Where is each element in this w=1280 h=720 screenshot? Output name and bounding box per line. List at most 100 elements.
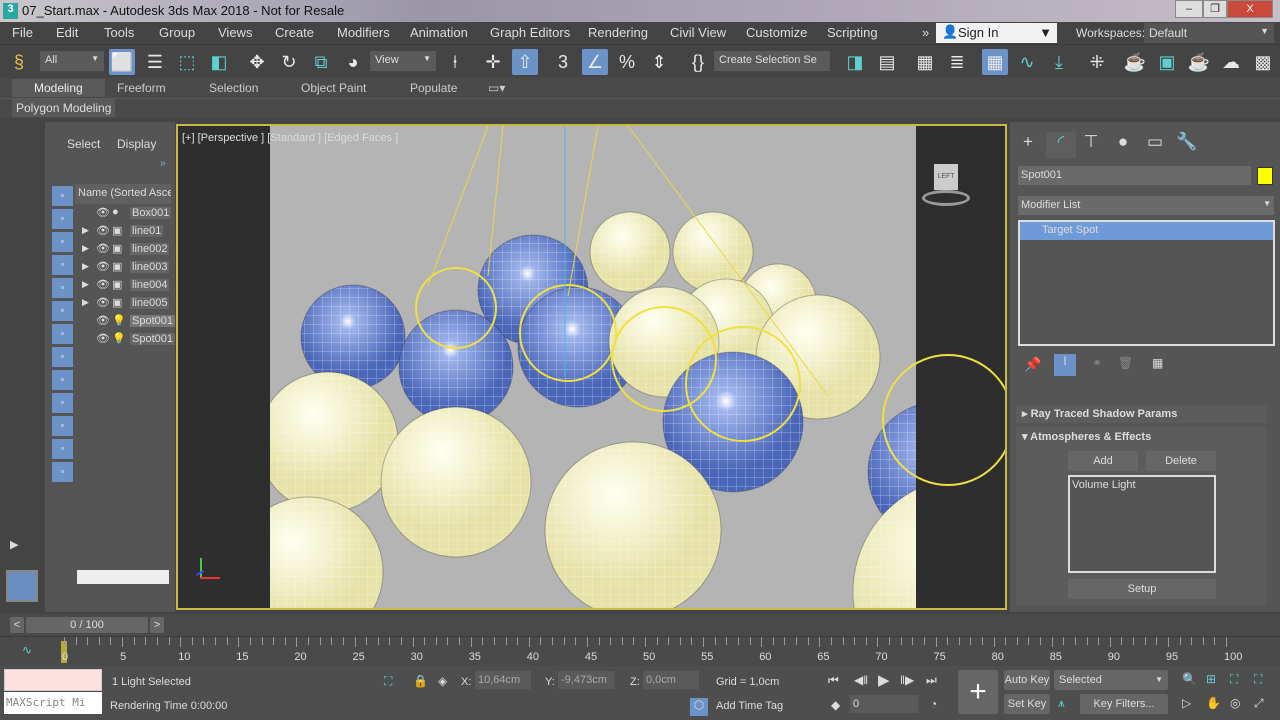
ribbon-options-icon[interactable]: ▭▾ — [488, 81, 505, 95]
window-crossing-icon[interactable]: ◧ — [206, 49, 232, 75]
explorer-tab-select[interactable]: Select — [67, 137, 100, 151]
modifier-list-dropdown[interactable]: Modifier List ▼ — [1018, 196, 1274, 215]
timeline-track[interactable]: ∿ 0 5 10 15 20 25 30 35 40 45 50 55 60 65 70 75 80 85 90 95… — [0, 636, 1280, 666]
expand-arrow-icon[interactable]: ▶ — [82, 279, 89, 290]
visibility-eye-icon[interactable]: 👁 — [96, 314, 110, 327]
move-icon[interactable]: ✥ — [244, 49, 270, 75]
viewport-perspective[interactable]: [+] [Perspective ] [Standard ] [Edged Fa… — [176, 124, 1007, 610]
rollout-header[interactable]: ▾ Atmospheres & Effects — [1016, 427, 1267, 446]
sign-in-dropdown[interactable]: 👤 Sign In ▼ — [936, 23, 1057, 43]
filter-sphere-icon[interactable]: ◦ — [52, 186, 73, 206]
isolate-selection-icon[interactable]: ⛶ — [384, 674, 392, 689]
zoom-icon[interactable]: 🔍 — [1182, 672, 1197, 686]
list-item[interactable]: ▶ 👁 ▣ line002 — [78, 241, 170, 259]
time-configuration-icon[interactable]: ◔ — [930, 697, 937, 711]
previous-key-icon[interactable]: ◀‖ — [854, 673, 868, 687]
show-end-result-icon[interactable]: I — [1054, 354, 1076, 376]
selection-filter-dropdown[interactable]: All ▼ — [40, 51, 104, 71]
time-slider[interactable]: < 0 / 100 > — [0, 614, 1280, 636]
list-item[interactable]: ▶ 👁 ▣ line004 — [78, 277, 170, 295]
menu-edit[interactable]: Edit — [56, 25, 78, 40]
align-icon[interactable]: ▤ — [874, 49, 900, 75]
expand-arrow-icon[interactable]: ▶ — [82, 297, 89, 308]
percent-snap-icon[interactable]: % — [614, 49, 640, 75]
filter-bone-icon[interactable]: ◦ — [52, 370, 73, 390]
placement-icon[interactable]: ◕ — [340, 49, 366, 75]
list-item[interactable]: ▶ 👁 ▣ line005 — [78, 295, 170, 313]
link-icon[interactable]: § — [6, 49, 32, 75]
explorer-scrollbar[interactable] — [77, 570, 169, 584]
zoom-extents-icon[interactable]: ⛶ — [1230, 672, 1238, 687]
stack-item-target-spot[interactable]: Target Spot — [1020, 222, 1273, 240]
pin-stack-icon[interactable]: 📌 — [1024, 356, 1041, 373]
auto-key-button[interactable]: Auto Key — [1004, 670, 1050, 690]
scene-explorer-icon[interactable]: ▦ — [912, 49, 938, 75]
key-filters-button[interactable]: Key Filters... — [1080, 694, 1168, 714]
delete-effect-button[interactable]: Delete — [1146, 451, 1216, 471]
mirror-icon[interactable]: ◨ — [842, 49, 868, 75]
menu-create[interactable]: Create — [275, 25, 314, 40]
snaps-toggle-icon[interactable]: 3 — [550, 49, 576, 75]
polygon-modeling-panel[interactable]: Polygon Modeling — [12, 99, 116, 117]
modify-tab-icon[interactable]: ◜ — [1046, 132, 1076, 158]
absolute-mode-icon[interactable]: ◈ — [438, 674, 447, 688]
filter-hidden-icon[interactable]: ◦ — [52, 462, 73, 482]
select-object-icon[interactable]: ⬜ — [109, 49, 135, 75]
menu-graph-editors[interactable]: Graph Editors — [490, 25, 570, 40]
zoom-extents-all-icon[interactable]: ⛶ — [1254, 672, 1262, 687]
render-icon[interactable]: ☁ — [1218, 49, 1244, 75]
visibility-eye-icon[interactable]: 👁 — [96, 296, 110, 309]
add-time-tag[interactable]: Add Time Tag — [716, 700, 783, 712]
create-tab-icon[interactable]: + — [1013, 132, 1043, 158]
viewcube-face[interactable]: LEFT — [934, 164, 958, 190]
edit-named-selection-icon[interactable]: {} — [685, 49, 711, 75]
layer-explorer-icon[interactable]: ≣ — [944, 49, 970, 75]
effect-item[interactable]: Volume Light — [1072, 479, 1212, 491]
render-setup-icon[interactable]: ▣ — [1154, 49, 1180, 75]
menu-file[interactable]: File — [12, 25, 33, 40]
list-item[interactable]: ▶ 👁 ▣ line003 — [78, 259, 170, 277]
key-mode-dropdown[interactable]: Selected ▼ — [1054, 670, 1168, 690]
visibility-eye-icon[interactable]: 👁 — [96, 242, 110, 255]
menu-customize[interactable]: Customize — [746, 25, 807, 40]
list-item[interactable]: ▶ 👁 ▣ line01 — [78, 223, 170, 241]
default-in-out-tangent-icon[interactable]: ⩚ — [1058, 696, 1065, 711]
menu-overflow[interactable]: » — [922, 25, 929, 40]
curve-editor-mini-icon[interactable]: ∿ — [22, 643, 32, 657]
menu-scripting[interactable]: Scripting — [827, 25, 878, 40]
rotate-icon[interactable]: ↻ — [276, 49, 302, 75]
remove-modifier-icon[interactable]: 🗑 — [1118, 356, 1133, 370]
go-to-end-icon[interactable]: ⏭ — [926, 673, 937, 688]
menu-rendering[interactable]: Rendering — [588, 25, 648, 40]
y-coordinate-field[interactable]: -9,473cm — [558, 671, 614, 689]
menu-group[interactable]: Group — [159, 25, 195, 40]
object-name-field[interactable]: Spot001 — [1018, 166, 1251, 185]
z-coordinate-field[interactable]: 0,0cm — [643, 671, 699, 689]
filter-container-icon[interactable]: ◦ — [52, 393, 73, 413]
menu-civil-view[interactable]: Civil View — [670, 25, 726, 40]
curve-editor-icon[interactable]: ∿ — [1014, 49, 1040, 75]
visibility-eye-icon[interactable]: 👁 — [96, 206, 110, 219]
menu-animation[interactable]: Animation — [410, 25, 468, 40]
key-mode-icon[interactable]: ◆ — [831, 698, 840, 712]
time-tag-icon[interactable]: ⬡ — [690, 698, 708, 716]
scale-icon[interactable]: ⧉ — [308, 49, 334, 75]
field-of-view-icon[interactable]: ▷ — [1182, 696, 1191, 710]
rectangular-selection-icon[interactable]: ⬚ — [174, 49, 200, 75]
restore-button[interactable]: ❐ — [1203, 0, 1227, 18]
render-cloud-icon[interactable]: ▩ — [1250, 49, 1276, 75]
explorer-tab-display[interactable]: Display — [117, 137, 156, 151]
viewcube[interactable]: LEFT — [920, 164, 972, 210]
configure-modifier-sets-icon[interactable]: ▦ — [1152, 356, 1163, 370]
visibility-eye-icon[interactable]: 👁 — [96, 278, 110, 291]
visibility-eye-icon[interactable]: 👁 — [96, 260, 110, 273]
tab-object-paint[interactable]: Object Paint — [301, 81, 366, 95]
make-unique-icon[interactable]: ⚭ — [1092, 356, 1102, 370]
object-color-swatch[interactable] — [1257, 167, 1273, 185]
expand-arrow-icon[interactable]: ▶ — [82, 225, 89, 236]
filter-group-icon[interactable]: ◦ — [52, 324, 73, 344]
visibility-eye-icon[interactable]: 👁 — [96, 224, 110, 237]
filter-light-icon[interactable]: ◦ — [52, 232, 73, 252]
selection-lock-icon[interactable]: 🔒 — [413, 674, 428, 688]
pan-icon[interactable]: ✋ — [1206, 696, 1221, 710]
